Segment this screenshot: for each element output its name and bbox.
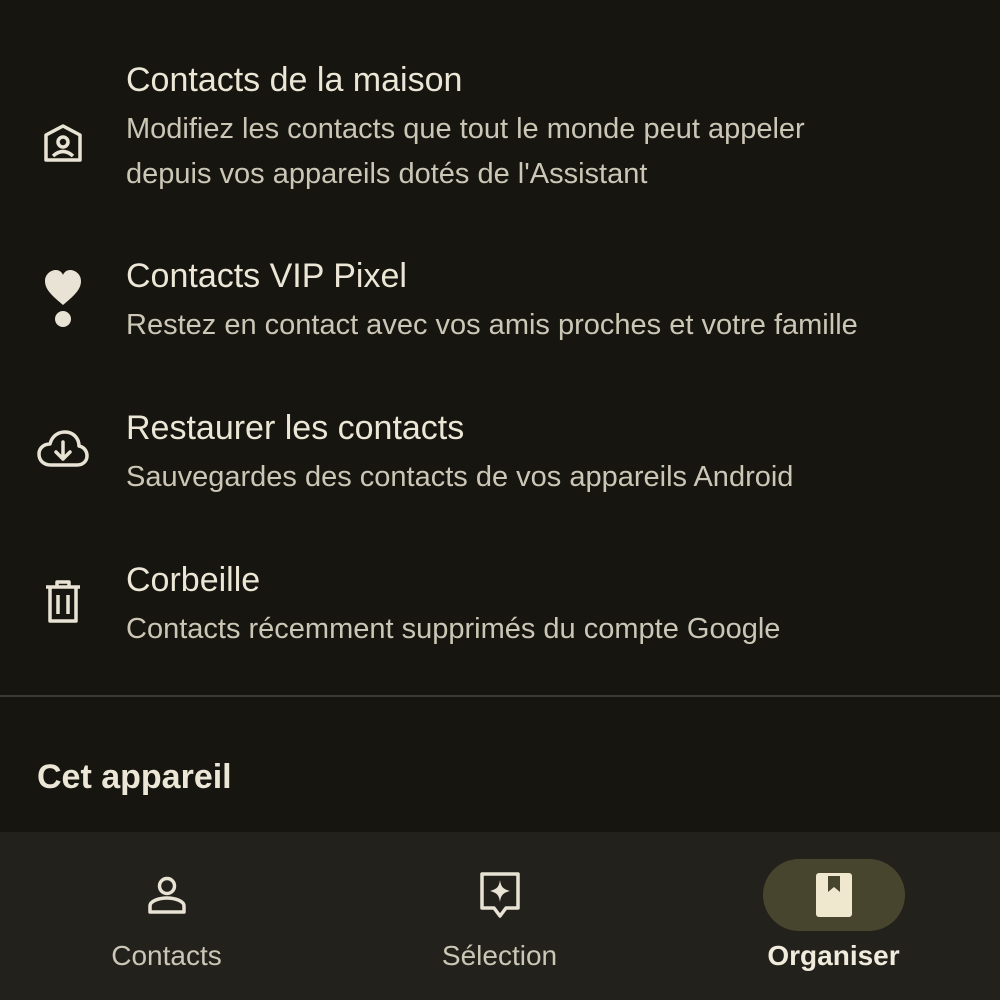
menu-item-vip-contacts[interactable]: Contacts VIP Pixel Restez en contact ave…: [0, 248, 1000, 358]
menu-item-title: Contacts VIP Pixel: [126, 257, 407, 295]
nav-label: Sélection: [441, 940, 558, 971]
organize-screen: Contacts de la maison Modifiez les conta…: [0, 0, 1000, 1000]
active-indicator: [762, 859, 905, 931]
menu-item-subtitle: Sauvegardes des contacts de vos appareil…: [126, 461, 794, 493]
menu-item-title: Corbeille: [126, 561, 261, 599]
menu-item-trash[interactable]: Corbeille Contacts récemment supprimés d…: [0, 552, 1000, 662]
heart-person-icon: [30, 266, 96, 332]
home-contact-icon: [30, 110, 96, 176]
menu-item-restore-contacts[interactable]: Restaurer les contacts Sauvegardes des c…: [0, 400, 1000, 510]
menu-item-title: Contacts de la maison: [126, 61, 463, 99]
menu-item-subtitle: Restez en contact avec vos amis proches …: [126, 309, 858, 341]
menu-item-subtitle: Contacts récemment supprimés du compte G…: [126, 613, 781, 645]
nav-item-selection[interactable]: Sélection: [333, 832, 666, 1000]
nav-item-organize[interactable]: Organiser: [667, 832, 1000, 1000]
trash-icon: [30, 569, 96, 635]
section-divider: [0, 695, 1000, 697]
menu-item-home-contacts[interactable]: Contacts de la maison Modifiez les conta…: [0, 50, 1000, 210]
nav-item-contacts[interactable]: Contacts: [0, 832, 333, 1000]
menu-item-subtitle-line2: depuis vos appareils dotés de l'Assistan…: [126, 158, 648, 190]
bottom-navigation: Contacts Sélection Organiser: [0, 832, 1000, 1000]
nav-label: Organiser: [767, 940, 900, 971]
section-title: Cet appareil: [37, 758, 232, 796]
person-icon: [96, 859, 238, 931]
bookmark-book-icon: [815, 873, 852, 917]
menu-item-title: Restaurer les contacts: [126, 409, 465, 447]
menu-item-subtitle: Modifiez les contacts que tout le monde …: [126, 113, 805, 145]
nav-label: Contacts: [111, 940, 222, 971]
cloud-download-icon: [30, 416, 96, 482]
sparkle-bubble-icon: [429, 859, 571, 931]
